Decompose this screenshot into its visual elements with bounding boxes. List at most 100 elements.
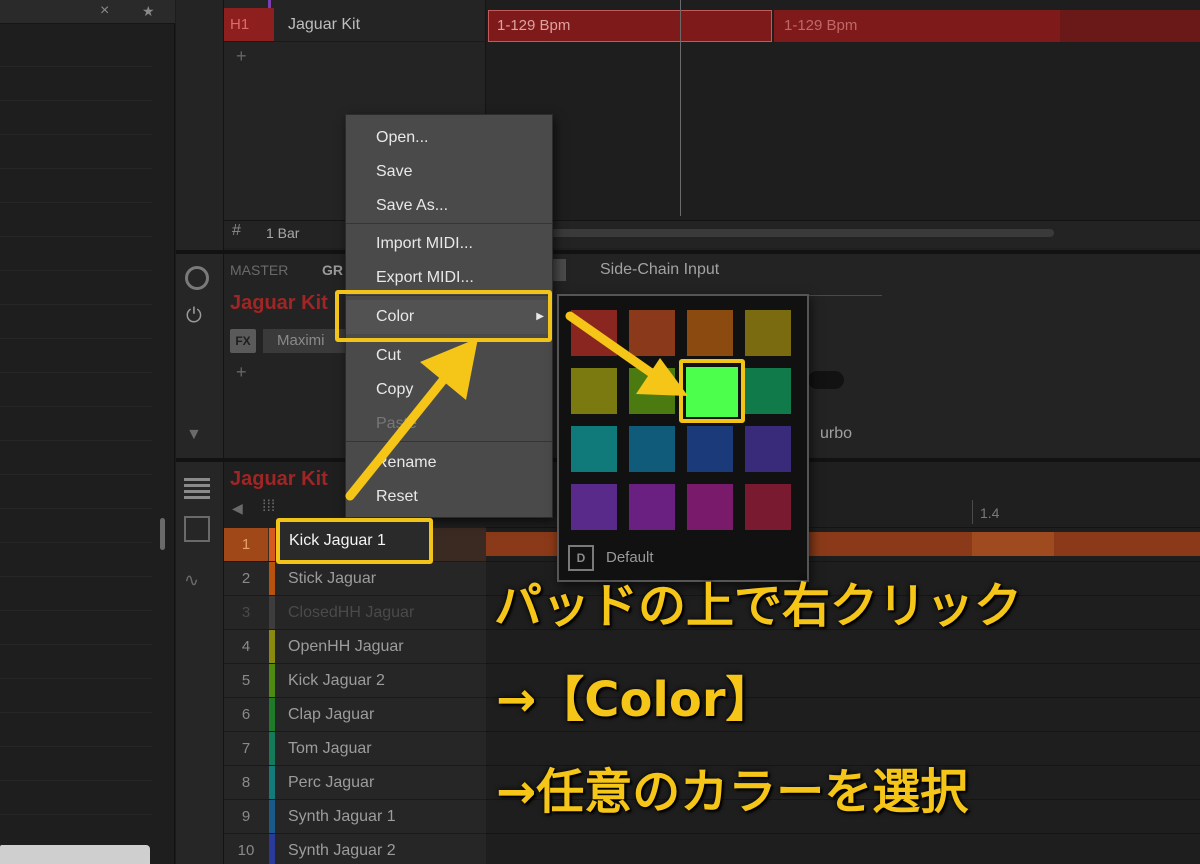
pads-icon[interactable]: ⁞⁞⁞: [262, 498, 275, 516]
color-swatch[interactable]: [629, 426, 675, 472]
pad-color-strip: [269, 630, 275, 663]
color-swatch[interactable]: [571, 426, 617, 472]
divider: [0, 576, 152, 577]
menu-item-rename[interactable]: Rename: [346, 446, 552, 480]
pad-row[interactable]: 4 OpenHH Jaguar: [224, 630, 486, 664]
pad-color-strip: [269, 528, 275, 561]
pad-color-strip: [269, 766, 275, 799]
annotation-step3: →任意のカラーを選択: [496, 764, 969, 820]
divider: [0, 678, 152, 679]
toggle-switch[interactable]: [808, 371, 844, 389]
color-swatch-selected[interactable]: [686, 367, 738, 417]
tab-master[interactable]: MASTER: [230, 262, 288, 278]
playhead: [680, 0, 681, 216]
pad-label: ClosedHH Jaguar: [288, 604, 415, 621]
waveform-icon[interactable]: ∿: [184, 570, 199, 591]
divider: [0, 508, 152, 509]
pad-row[interactable]: 5 Kick Jaguar 2: [224, 664, 486, 698]
menu-item-copy[interactable]: Copy: [346, 373, 552, 407]
color-swatch[interactable]: [571, 368, 617, 414]
pad-row[interactable]: 8 Perc Jaguar: [224, 766, 486, 800]
speaker-icon[interactable]: ◀: [232, 500, 243, 517]
horizontal-scrollbar[interactable]: [548, 229, 1054, 237]
piano-roll-icon[interactable]: [184, 516, 210, 542]
knob-icon[interactable]: [185, 266, 209, 290]
pad-row[interactable]: 10 Synth Jaguar 2: [224, 834, 486, 864]
browser-bottom-bar: [0, 845, 150, 864]
pad-color-strip: [269, 562, 275, 595]
menu-item-cut[interactable]: Cut: [346, 339, 552, 373]
clip[interactable]: 1-129 Bpm: [774, 10, 1060, 42]
tab-group[interactable]: GR: [322, 262, 343, 278]
close-icon[interactable]: ×: [100, 0, 109, 22]
clip[interactable]: 1-129 Bpm: [488, 10, 772, 42]
step-grid-row[interactable]: [486, 834, 1200, 864]
menu-item-import-midi[interactable]: Import MIDI...: [346, 227, 552, 261]
color-swatch[interactable]: [687, 484, 733, 530]
pad-label: Tom Jaguar: [288, 740, 372, 757]
menu-item-save[interactable]: Save: [346, 155, 552, 189]
color-swatch[interactable]: [629, 368, 675, 414]
tab-sidechain[interactable]: Side-Chain Input: [600, 261, 719, 279]
arranger-side-strip: [176, 0, 224, 252]
add-scene-button[interactable]: +: [236, 46, 247, 67]
plug-icon[interactable]: ⏻: [186, 305, 202, 328]
color-swatch[interactable]: [687, 310, 733, 356]
color-swatch[interactable]: [745, 426, 791, 472]
pad-color-strip: [269, 800, 275, 833]
divider: [0, 236, 152, 237]
menu-item-open[interactable]: Open...: [346, 121, 552, 155]
divider: [0, 610, 152, 611]
menu-separator: [346, 441, 552, 442]
pad-row[interactable]: 9 Synth Jaguar 1: [224, 800, 486, 834]
turbo-label: urbo: [820, 425, 853, 442]
menu-item-save-as[interactable]: Save As...: [346, 189, 552, 223]
browser-scrollbar[interactable]: [160, 518, 165, 550]
divider: [0, 474, 152, 475]
pad-label: OpenHH Jaguar: [288, 638, 404, 655]
pad-row[interactable]: 3 ClosedHH Jaguar: [224, 596, 486, 630]
color-swatch[interactable]: [745, 310, 791, 356]
pad-color-strip: [269, 596, 275, 629]
grid-resolution[interactable]: 1 Bar: [266, 225, 299, 241]
color-swatch[interactable]: [745, 368, 791, 414]
scene-name: Jaguar Kit: [288, 16, 361, 33]
menu-item-paste: Paste: [376, 415, 417, 432]
pad-color-strip: [269, 834, 275, 864]
color-swatch[interactable]: [687, 426, 733, 472]
clip[interactable]: [1060, 10, 1200, 42]
color-swatch[interactable]: [571, 310, 617, 356]
default-color-label[interactable]: Default: [606, 549, 654, 566]
divider: [0, 304, 152, 305]
pad-label: Stick Jaguar: [288, 570, 377, 587]
pad-number: 4: [241, 638, 251, 655]
list-view-icon[interactable]: [184, 478, 210, 502]
star-icon[interactable]: ★: [142, 0, 155, 22]
highlight-menu-color: [335, 290, 552, 342]
pattern-title: Jaguar Kit: [230, 468, 328, 490]
color-swatch[interactable]: [629, 484, 675, 530]
divider: [0, 66, 152, 67]
pad-row[interactable]: 2 Stick Jaguar: [224, 562, 486, 596]
pad-label: Synth Jaguar 2: [288, 842, 396, 859]
divider: [0, 270, 152, 271]
pad-label: Synth Jaguar 1: [288, 808, 396, 825]
pad-color-strip: [269, 664, 275, 697]
pad-number: 6: [241, 706, 251, 723]
color-swatch[interactable]: [571, 484, 617, 530]
annotation-step2: →【Color】: [496, 672, 774, 728]
pad-label: Clap Jaguar: [288, 706, 375, 723]
menu-item-reset[interactable]: Reset: [346, 480, 552, 514]
pad-row[interactable]: 6 Clap Jaguar: [224, 698, 486, 732]
note-event[interactable]: [972, 532, 1054, 556]
pad-row[interactable]: 7 Tom Jaguar: [224, 732, 486, 766]
pad-number: 1: [224, 528, 268, 561]
color-swatch[interactable]: [745, 484, 791, 530]
chevron-down-icon[interactable]: ▼: [186, 426, 202, 444]
fx-icon[interactable]: FX: [230, 329, 256, 353]
scene-row[interactable]: H1 Jaguar Kit: [224, 8, 486, 42]
pad-number: 7: [241, 740, 251, 757]
grid-icon[interactable]: #: [232, 222, 241, 240]
add-plugin-button[interactable]: +: [236, 362, 247, 383]
color-swatch[interactable]: [629, 310, 675, 356]
